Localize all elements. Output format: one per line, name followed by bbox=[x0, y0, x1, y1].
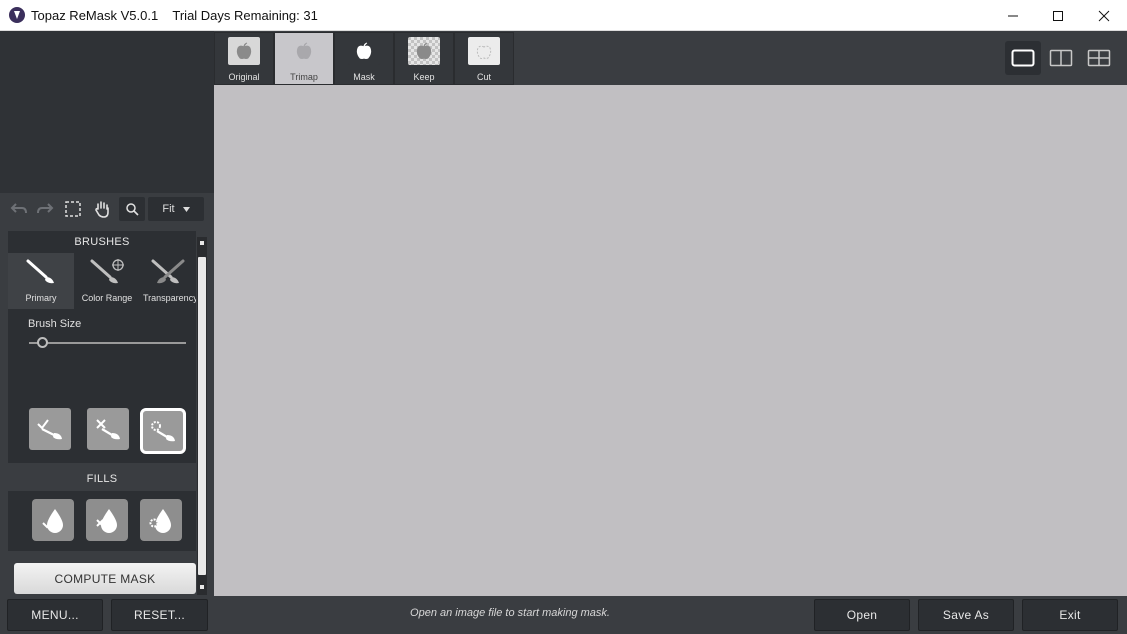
apple-icon bbox=[356, 42, 372, 59]
save-as-button[interactable]: Save As bbox=[918, 599, 1014, 631]
quad-view-button[interactable] bbox=[1081, 41, 1117, 75]
brush-tab-color-range[interactable]: Color Range bbox=[74, 253, 140, 309]
redo-icon[interactable] bbox=[35, 199, 55, 219]
color-range-brush-icon bbox=[90, 259, 124, 284]
hand-pan-icon[interactable] bbox=[92, 199, 112, 219]
keep-thumb bbox=[408, 37, 440, 65]
undo-icon[interactable] bbox=[9, 199, 29, 219]
chevron-down-icon bbox=[182, 206, 190, 212]
transparency-brush-icon bbox=[151, 259, 185, 284]
compute-brush-icon bbox=[151, 421, 175, 442]
left-panel-scrollbar[interactable] bbox=[197, 237, 207, 595]
keep-fill-button[interactable] bbox=[32, 499, 74, 541]
title-bar: Topaz ReMask V5.0.1 Trial Days Remaining… bbox=[0, 0, 1127, 31]
navigator-preview bbox=[0, 31, 214, 193]
open-button[interactable]: Open bbox=[814, 599, 910, 631]
keep-fill-icon bbox=[42, 509, 63, 533]
tab-label: Keep bbox=[413, 72, 435, 82]
brush-size-slider[interactable] bbox=[29, 342, 186, 344]
bottom-bar: MENU... RESET... Open an image file to s… bbox=[0, 596, 1127, 634]
cut-brush-icon bbox=[96, 419, 120, 440]
zoom-tool-button[interactable] bbox=[119, 197, 145, 221]
trimap-thumb bbox=[288, 37, 320, 65]
minimize-button[interactable] bbox=[990, 0, 1036, 31]
tab-label: Trimap bbox=[290, 72, 318, 82]
tab-keep[interactable]: Keep bbox=[394, 32, 454, 85]
mask-thumb bbox=[348, 37, 380, 65]
brush-tab-label: Color Range bbox=[81, 293, 133, 303]
exit-button[interactable]: Exit bbox=[1022, 599, 1118, 631]
compute-brush-button[interactable] bbox=[140, 408, 186, 454]
cut-thumb bbox=[468, 37, 500, 65]
edit-toolbar: Fit bbox=[0, 193, 214, 225]
left-panel: Fit BRUSHES Primary Color Range Transpar… bbox=[0, 31, 214, 596]
view-tabs-bar: Original Trimap Mask Keep Cut bbox=[214, 31, 1127, 85]
apple-icon bbox=[236, 42, 252, 59]
brush-tab-primary[interactable]: Primary bbox=[8, 253, 74, 309]
compute-mask-button[interactable]: COMPUTE MASK bbox=[14, 563, 196, 594]
tab-label: Mask bbox=[353, 72, 375, 82]
cut-fill-icon bbox=[96, 509, 117, 533]
menu-button[interactable]: MENU... bbox=[7, 599, 103, 631]
compute-fill-button[interactable] bbox=[140, 499, 182, 541]
tab-original[interactable]: Original bbox=[214, 32, 274, 85]
apple-icon bbox=[476, 45, 492, 59]
apple-icon bbox=[416, 42, 432, 59]
image-canvas[interactable] bbox=[214, 85, 1127, 596]
window-title: Topaz ReMask V5.0.1 Trial Days Remaining… bbox=[31, 8, 318, 23]
keep-brush-icon bbox=[37, 419, 62, 440]
split-view-button[interactable] bbox=[1043, 41, 1079, 75]
brush-tab-label: Primary bbox=[25, 293, 57, 303]
brush-tab-label: Transparency bbox=[143, 293, 196, 303]
tab-cut[interactable]: Cut bbox=[454, 32, 514, 85]
split-view-icon bbox=[1049, 49, 1073, 67]
zoom-value: Fit bbox=[162, 203, 175, 215]
brush-size-label: Brush Size bbox=[28, 318, 82, 330]
cut-fill-button[interactable] bbox=[86, 499, 128, 541]
apple-icon bbox=[296, 42, 312, 59]
fills-toolbox bbox=[8, 491, 196, 551]
scroll-up-icon[interactable] bbox=[197, 239, 207, 247]
marquee-select-icon[interactable] bbox=[63, 199, 83, 219]
maximize-button[interactable] bbox=[1035, 0, 1081, 31]
keep-brush-button[interactable] bbox=[29, 408, 71, 450]
compute-fill-icon bbox=[149, 509, 171, 533]
scrollbar-thumb[interactable] bbox=[198, 257, 206, 575]
brushes-title: BRUSHES bbox=[74, 236, 130, 248]
zoom-dropdown[interactable]: Fit bbox=[148, 197, 204, 221]
brush-size-slider-handle[interactable] bbox=[36, 337, 48, 348]
close-button[interactable] bbox=[1081, 0, 1127, 31]
original-thumb bbox=[228, 37, 260, 65]
fills-title: FILLS bbox=[86, 473, 118, 485]
tab-trimap[interactable]: Trimap bbox=[274, 32, 334, 85]
magnifier-icon bbox=[126, 203, 139, 216]
tab-label: Cut bbox=[476, 72, 491, 82]
app-logo-icon bbox=[9, 7, 25, 23]
brushes-section: BRUSHES Primary Color Range Transparency… bbox=[8, 231, 196, 463]
tab-mask[interactable]: Mask bbox=[334, 32, 394, 85]
single-view-icon bbox=[1011, 49, 1035, 67]
cut-brush-button[interactable] bbox=[87, 408, 129, 450]
quad-view-icon bbox=[1087, 49, 1111, 67]
brush-tab-transparency[interactable]: Transparency bbox=[140, 253, 196, 309]
tab-label: Original bbox=[228, 72, 260, 82]
brush-icon bbox=[26, 259, 54, 284]
reset-button[interactable]: RESET... bbox=[111, 599, 208, 631]
status-message: Open an image file to start making mask. bbox=[410, 607, 610, 619]
scroll-down-icon[interactable] bbox=[197, 583, 207, 591]
single-view-button[interactable] bbox=[1005, 41, 1041, 75]
